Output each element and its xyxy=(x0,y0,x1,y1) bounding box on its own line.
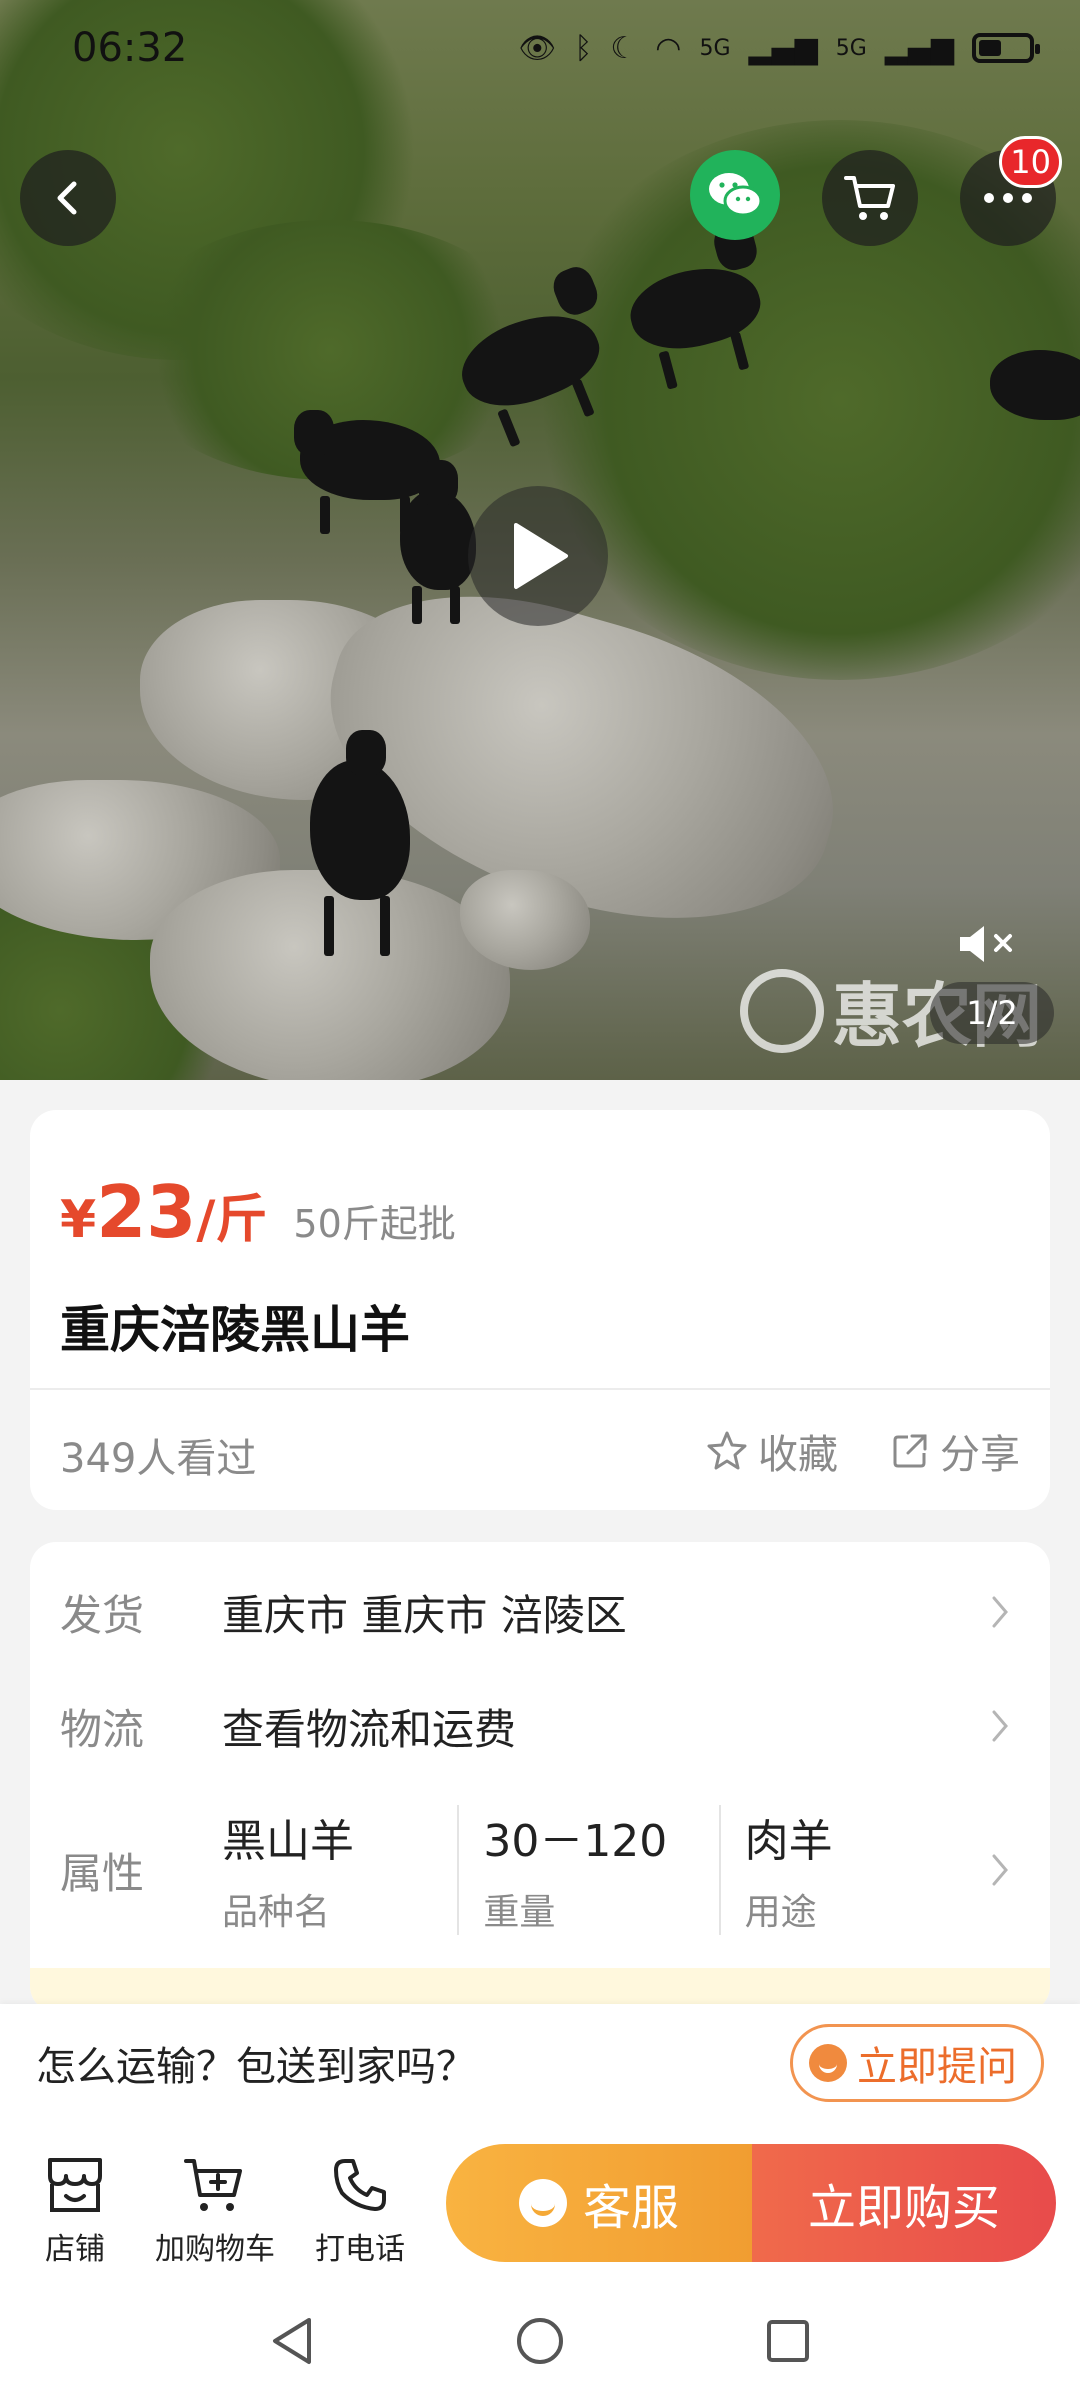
watermark-logo-icon xyxy=(740,968,824,1053)
product-actions: 收藏 分享 xyxy=(706,1422,1020,1480)
info-card: 发货 重庆市 重庆市 涪陵区 物流 查看物流和运费 属性 黑山羊 品种名 30－… xyxy=(30,1542,1050,2012)
share-label: 分享 xyxy=(940,1432,1020,1478)
signal-5g-1: 5G xyxy=(699,35,731,61)
signal-bars-icon: ▂▄▆ xyxy=(748,30,818,66)
status-bar: 06:32 👁 ᛒ ☾ ◠ 5G ▂▄▆ 5G ▂▄▆ xyxy=(0,0,1080,96)
customer-service-label: 客服 xyxy=(582,2180,679,2236)
attributes-row[interactable]: 属性 黑山羊 品种名 30－120 重量 肉羊 用途 xyxy=(60,1800,1020,1940)
store-button[interactable]: 店铺 xyxy=(0,2152,150,2268)
buy-now-button[interactable]: 立即购买 xyxy=(752,2144,1056,2262)
chat-smile-icon xyxy=(809,2044,847,2082)
eye-icon: 👁 xyxy=(518,30,557,66)
product-media[interactable]: 06:32 👁 ᛒ ☾ ◠ 5G ▂▄▆ 5G ▂▄▆ 10 1/2 xyxy=(0,0,1080,1080)
wechat-share-button[interactable] xyxy=(690,150,780,240)
chevron-right-icon xyxy=(980,1709,1020,1743)
cart-icon xyxy=(844,176,895,220)
status-time: 06:32 xyxy=(72,25,188,71)
chat-smile-icon xyxy=(518,2179,567,2227)
price: ¥ 23 /斤 50斤起批 xyxy=(60,1170,456,1254)
back-button[interactable] xyxy=(20,150,116,246)
chevron-right-icon xyxy=(980,1853,1020,1887)
media-counter: 1/2 xyxy=(930,982,1054,1044)
divider xyxy=(30,1388,1050,1390)
ask-now-label: 立即提问 xyxy=(857,2044,1017,2090)
wifi-icon: ◠ xyxy=(655,30,682,66)
store-icon xyxy=(44,2152,106,2218)
logistics-row[interactable]: 物流 查看物流和运费 xyxy=(60,1686,1020,1766)
share-icon xyxy=(893,1434,927,1468)
more-dots-icon xyxy=(984,193,1032,203)
nav-home-icon[interactable] xyxy=(515,2316,565,2366)
attribute-name: 重量 xyxy=(483,1892,556,1933)
attribute-value: 肉羊 xyxy=(744,1816,833,1867)
attributes-list: 黑山羊 品种名 30－120 重量 肉羊 用途 xyxy=(222,1805,980,1935)
attributes-label: 属性 xyxy=(60,1848,145,1898)
play-video-button[interactable] xyxy=(468,486,608,626)
more-button[interactable]: 10 xyxy=(960,136,1062,246)
goat xyxy=(400,460,476,624)
phone-icon xyxy=(331,2152,389,2218)
price-symbol: ¥ xyxy=(60,1190,97,1250)
question-text[interactable]: 怎么运输？包送到家吗？ xyxy=(36,2034,476,2092)
attribute-name: 品种名 xyxy=(222,1892,331,1933)
chevron-right-icon xyxy=(980,1595,1020,1629)
signal-bars-icon: ▂▄▆ xyxy=(884,30,954,66)
favorite-label: 收藏 xyxy=(758,1432,838,1478)
ask-now-button[interactable]: 立即提问 xyxy=(790,2024,1044,2102)
star-icon xyxy=(707,1431,747,1470)
attribute-value: 黑山羊 xyxy=(222,1816,354,1867)
speaker-muted-icon xyxy=(960,926,1012,962)
shipping-label: 发货 xyxy=(60,1590,145,1640)
chevron-left-icon xyxy=(57,181,77,215)
nav-recents-icon[interactable] xyxy=(765,2318,811,2364)
cart-button[interactable] xyxy=(822,150,918,246)
attribute-value: 30－120 xyxy=(483,1816,668,1867)
call-button[interactable]: 打电话 xyxy=(285,2152,435,2268)
product-title: 重庆涪陵黑山羊 xyxy=(60,1301,410,1359)
share-button[interactable]: 分享 xyxy=(890,1422,1020,1480)
logistics-label: 物流 xyxy=(60,1704,145,1754)
price-unit: /斤 xyxy=(196,1190,268,1250)
wechat-icon xyxy=(709,173,763,217)
shipping-row[interactable]: 发货 重庆市 重庆市 涪陵区 xyxy=(60,1572,1020,1652)
question-bar: 怎么运输？包送到家吗？ 立即提问 xyxy=(0,2004,1080,2122)
store-label: 店铺 xyxy=(45,2232,105,2267)
price-card: ¥ 23 /斤 50斤起批 重庆涪陵黑山羊 349人看过 收藏 分享 xyxy=(30,1110,1050,1510)
view-count: 349人看过 xyxy=(60,1436,257,1482)
attribute-item: 黑山羊 品种名 xyxy=(222,1805,457,1935)
add-to-cart-button[interactable]: 加购物车 xyxy=(140,2152,290,2268)
battery-icon xyxy=(972,33,1040,63)
customer-service-button[interactable]: 客服 xyxy=(446,2144,752,2262)
minimum-order: 50斤起批 xyxy=(293,1202,456,1246)
shipping-value: 重庆市 重庆市 涪陵区 xyxy=(222,1590,627,1640)
bluetooth-icon: ᛒ xyxy=(574,30,593,66)
moon-icon: ☾ xyxy=(610,30,638,66)
attribute-name: 用途 xyxy=(744,1892,817,1933)
cart-plus-icon xyxy=(182,2152,248,2218)
play-icon xyxy=(514,523,568,589)
buy-now-label: 立即购买 xyxy=(807,2180,1000,2236)
attribute-item: 肉羊 用途 xyxy=(718,1805,980,1935)
attribute-item: 30－120 重量 xyxy=(457,1805,718,1935)
logistics-value: 查看物流和运费 xyxy=(222,1704,517,1754)
price-value: 23 xyxy=(96,1170,197,1254)
nav-back-icon[interactable] xyxy=(269,2316,315,2366)
status-icons: 👁 ᛒ ☾ ◠ 5G ▂▄▆ 5G ▂▄▆ xyxy=(518,30,1040,66)
mute-button[interactable] xyxy=(940,908,1036,980)
bottom-action-bar: 店铺 加购物车 打电话 客服 立即购买 xyxy=(0,2122,1080,2282)
signal-5g-2: 5G xyxy=(835,35,867,61)
system-navigation-bar xyxy=(0,2282,1080,2400)
call-label: 打电话 xyxy=(315,2232,405,2267)
add-to-cart-label: 加购物车 xyxy=(155,2232,275,2267)
favorite-button[interactable]: 收藏 xyxy=(706,1422,838,1480)
notification-badge: 10 xyxy=(999,136,1062,188)
